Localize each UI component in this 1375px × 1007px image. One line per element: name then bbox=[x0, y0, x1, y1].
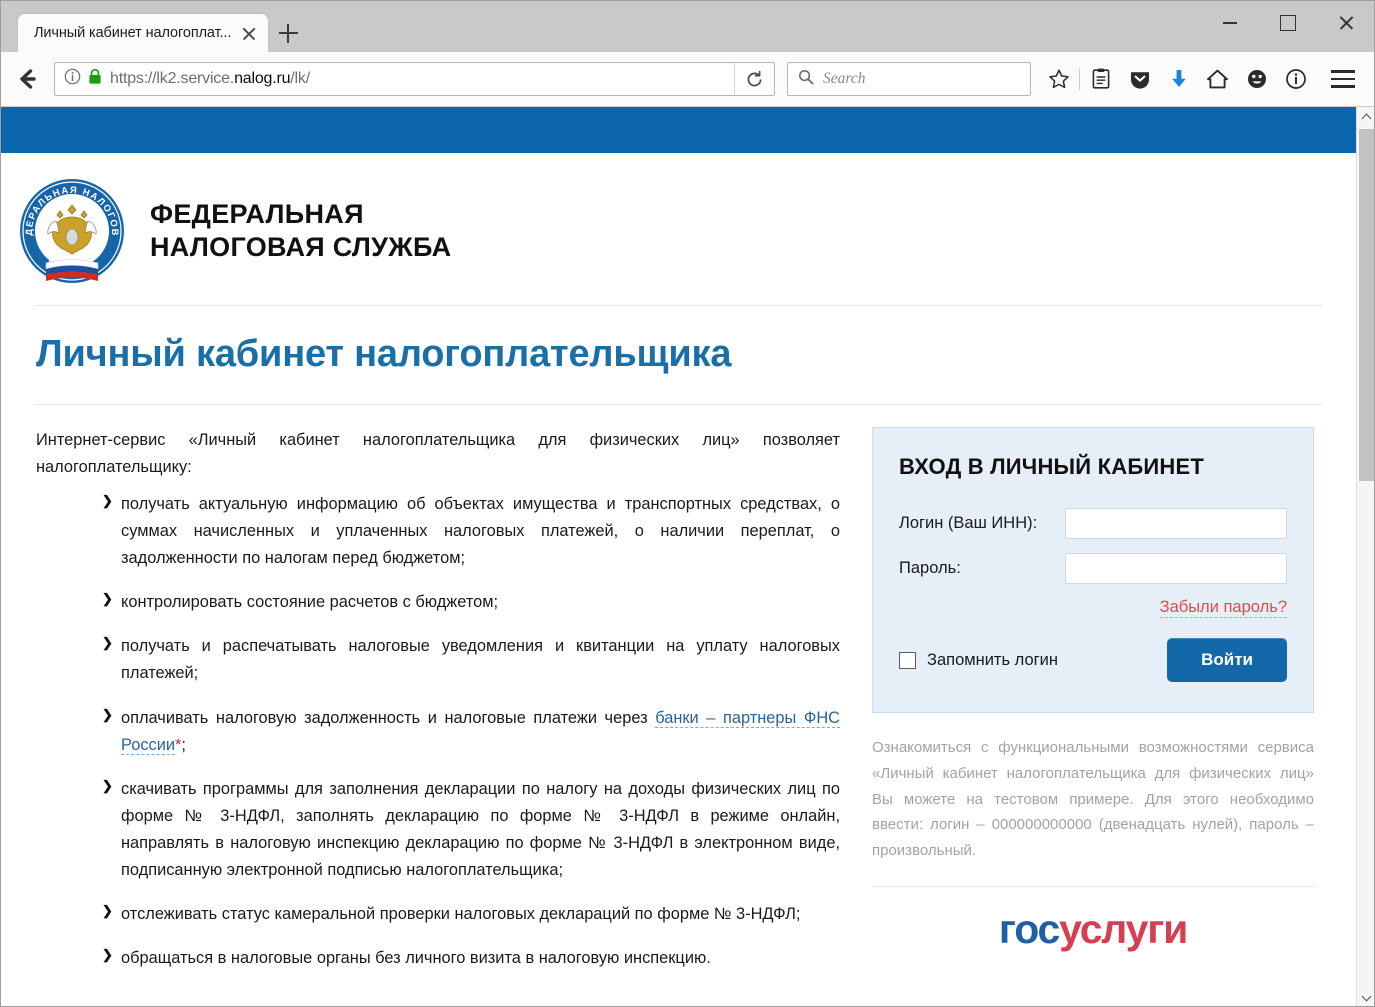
smiley-face-icon[interactable] bbox=[1237, 59, 1276, 99]
list-item: получать актуальную информацию об объект… bbox=[102, 490, 840, 572]
content-right-column: ВХОД В ЛИЧНЫЙ КАБИНЕТ Логин (Ваш ИНН): П… bbox=[850, 405, 1356, 989]
reload-icon[interactable] bbox=[734, 63, 774, 95]
back-arrow-icon[interactable] bbox=[8, 59, 48, 99]
scrollbar-thumb[interactable] bbox=[1359, 129, 1374, 481]
list-item: отслеживать статус камеральной проверки … bbox=[102, 900, 840, 928]
tab-title: Личный кабинет налогоплат... bbox=[34, 25, 232, 41]
list-item: получать и распечатывать налоговые уведо… bbox=[102, 632, 840, 687]
library-icon[interactable] bbox=[1081, 59, 1120, 99]
divider-top bbox=[34, 305, 1322, 306]
address-bar[interactable]: https://lk2.service.nalog.ru/lk/ bbox=[54, 62, 775, 96]
remember-login-label: Запомнить логин bbox=[927, 650, 1059, 669]
home-icon[interactable] bbox=[1198, 59, 1237, 99]
page-viewport: ФЕДЕРАЛЬНАЯ НАЛОГОВАЯ СЛУЖБА bbox=[0, 107, 1375, 1007]
gosuslugi-logo[interactable]: госуслуги bbox=[998, 905, 1188, 952]
navigation-toolbar: https://lk2.service.nalog.ru/lk/ Search bbox=[0, 52, 1375, 107]
password-field-row: Пароль: bbox=[899, 553, 1287, 584]
fns-emblem: ФЕДЕРАЛЬНАЯ НАЛОГОВАЯ СЛУЖБА bbox=[11, 166, 128, 287]
gosuslugi-logo-part-blue: гос bbox=[998, 905, 1060, 952]
page-content: Интернет-сервис «Личный кабинет налогопл… bbox=[0, 405, 1356, 989]
login-panel-heading: ВХОД В ЛИЧНЫЙ КАБИНЕТ bbox=[899, 454, 1204, 479]
list-item: оплачивать налоговую задолженность и нал… bbox=[102, 703, 840, 759]
info-circle-icon[interactable] bbox=[1276, 59, 1315, 99]
scroll-down-arrow-icon[interactable] bbox=[1357, 988, 1375, 1007]
close-tab-icon[interactable] bbox=[238, 22, 260, 44]
close-window-button[interactable] bbox=[1317, 0, 1375, 46]
browser-window: Личный кабинет налогоплат... https://lk2… bbox=[0, 0, 1375, 1007]
url-text: https://lk2.service.nalog.ru/lk/ bbox=[110, 70, 310, 87]
page-title: Личный кабинет налогоплательщика bbox=[36, 333, 732, 375]
content-left-column: Интернет-сервис «Личный кабинет налогопл… bbox=[0, 405, 850, 989]
login-actions-row: Запомнить логин Войти bbox=[899, 638, 1287, 682]
browser-tab[interactable]: Личный кабинет налогоплат... bbox=[18, 14, 268, 52]
search-icon bbox=[798, 69, 814, 90]
password-field-label: Пароль: bbox=[899, 559, 961, 577]
browser-titlebar: Личный кабинет налогоплат... bbox=[0, 0, 1375, 52]
minimize-button[interactable] bbox=[1201, 0, 1259, 46]
window-controls bbox=[1201, 0, 1375, 46]
search-input-placeholder: Search bbox=[823, 70, 866, 87]
list-item-text-before: оплачивать налоговую задолженность и нал… bbox=[121, 708, 656, 727]
login-field-row: Логин (Ваш ИНН): bbox=[899, 508, 1287, 539]
checkbox-box-icon[interactable] bbox=[899, 651, 916, 669]
brand-line-1: ФЕДЕРАЛЬНАЯ bbox=[150, 199, 364, 230]
site-branding: ФЕДЕРАЛЬНАЯ НАЛОГОВАЯ СЛУЖБА bbox=[0, 153, 1356, 305]
star-icon[interactable] bbox=[1039, 59, 1078, 99]
tab-strip: Личный кабинет налогоплат... bbox=[0, 0, 308, 52]
forgot-password-row: Забыли пароль? bbox=[899, 598, 1287, 618]
list-item: скачивать программы для заполнения декла… bbox=[102, 775, 840, 884]
login-panel: ВХОД В ЛИЧНЫЙ КАБИНЕТ Логин (Ваш ИНН): П… bbox=[872, 427, 1314, 713]
search-bar[interactable]: Search bbox=[787, 62, 1031, 96]
scroll-up-arrow-icon[interactable] bbox=[1357, 107, 1375, 126]
page-scrollbar[interactable] bbox=[1356, 107, 1375, 1007]
password-input[interactable] bbox=[1065, 553, 1287, 584]
brand-text: ФЕДЕРАЛЬНАЯ НАЛОГОВАЯ СЛУЖБА bbox=[150, 198, 451, 264]
remember-login-checkbox[interactable]: Запомнить логин bbox=[899, 651, 1058, 670]
features-list: получать актуальную информацию об объект… bbox=[36, 490, 840, 972]
web-page: ФЕДЕРАЛЬНАЯ НАЛОГОВАЯ СЛУЖБА bbox=[0, 107, 1356, 1007]
login-field-label: Логин (Ваш ИНН): bbox=[899, 514, 1038, 532]
intro-paragraph: Интернет-сервис «Личный кабинет налогопл… bbox=[36, 431, 840, 477]
url-identity-block bbox=[55, 68, 110, 90]
demo-help-text: Ознакомиться с функциональными возможнос… bbox=[872, 739, 1314, 860]
list-item: контролировать состояние расчетов с бюдж… bbox=[102, 588, 840, 616]
toolbar-separator bbox=[1079, 68, 1080, 90]
login-submit-button[interactable]: Войти bbox=[1167, 638, 1287, 682]
hamburger-menu-icon[interactable] bbox=[1321, 59, 1365, 99]
list-item-text-after: ; bbox=[181, 735, 186, 754]
login-input[interactable] bbox=[1065, 508, 1287, 539]
lock-icon[interactable] bbox=[88, 68, 102, 90]
toolbar-icons bbox=[1039, 59, 1365, 99]
gosuslugi-logo-part-red: услуги bbox=[1059, 905, 1188, 952]
pocket-icon[interactable] bbox=[1120, 59, 1159, 99]
new-tab-button[interactable] bbox=[268, 14, 308, 52]
maximize-button[interactable] bbox=[1259, 0, 1317, 46]
gosuslugi-block[interactable]: госуслуги bbox=[872, 885, 1314, 952]
download-arrow-icon[interactable] bbox=[1159, 59, 1198, 99]
page-info-icon[interactable] bbox=[64, 68, 81, 90]
site-top-bar bbox=[0, 107, 1356, 153]
forgot-password-link[interactable]: Забыли пароль? bbox=[1159, 598, 1287, 618]
list-item: обращаться в налоговые органы без личног… bbox=[102, 944, 840, 972]
brand-line-2: НАЛОГОВАЯ СЛУЖБА bbox=[150, 232, 452, 262]
